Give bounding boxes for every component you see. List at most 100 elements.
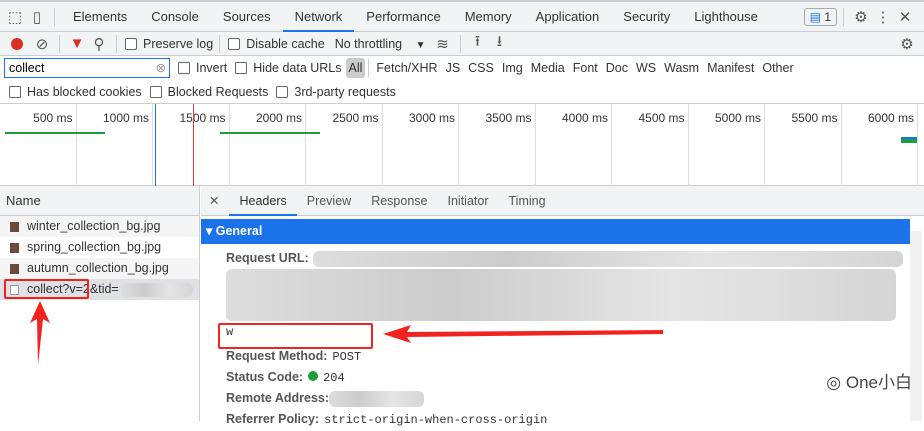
clear-filter-icon[interactable]: ⊗ xyxy=(156,60,166,75)
request-row[interactable]: autumn_collection_bg.jpg xyxy=(0,258,199,279)
tab-performance[interactable]: Performance xyxy=(354,2,452,32)
preserve-log-checkbox[interactable] xyxy=(125,37,137,50)
gear-icon[interactable]: ⚙ xyxy=(850,8,872,26)
type-filter-media[interactable]: Media xyxy=(527,61,569,75)
hide-data-urls-checkbox[interactable] xyxy=(235,62,248,74)
tab-network[interactable]: Network xyxy=(282,2,355,32)
devtools-tab-bar: ⬚ ▯ Elements Console Sources Network Per… xyxy=(0,0,924,32)
highlight-box xyxy=(218,323,373,349)
red-arrow-left xyxy=(383,325,663,343)
type-filter-js[interactable]: JS xyxy=(442,61,465,75)
tab-elements[interactable]: Elements xyxy=(61,2,139,32)
blocked-requests-checkbox[interactable] xyxy=(149,86,162,98)
throttling-select[interactable]: No throttling ▼ xyxy=(335,37,426,51)
tab-console[interactable]: Console xyxy=(139,2,211,32)
triangle-down-icon: ▾ xyxy=(206,224,216,238)
section-title: General xyxy=(215,224,263,238)
invert-checkbox[interactable] xyxy=(178,62,190,74)
type-filter-wasm[interactable]: Wasm xyxy=(660,61,703,75)
tab-sources[interactable]: Sources xyxy=(211,2,283,32)
request-row[interactable]: spring_collection_bg.jpg xyxy=(0,237,199,258)
close-details-icon[interactable]: ✕ xyxy=(201,186,229,216)
timeline-tick: 5000 ms xyxy=(689,104,765,186)
search-icon[interactable]: ⚲ xyxy=(88,35,110,53)
upload-icon[interactable]: ⭱ xyxy=(467,31,489,56)
request-method-value: POST xyxy=(332,350,362,364)
timeline-tick: 6000 ms xyxy=(842,104,918,186)
status-code-label: Status Code: xyxy=(226,370,304,384)
timeline-tick: 500 ms xyxy=(0,104,77,186)
timeline-tick: 5500 ms xyxy=(765,104,842,186)
redacted-url xyxy=(312,250,903,267)
record-button[interactable] xyxy=(11,37,23,50)
wechat-icon: ◎ xyxy=(826,373,846,392)
type-filter-img[interactable]: Img xyxy=(498,61,527,75)
tab-lighthouse[interactable]: Lighthouse xyxy=(682,2,770,32)
tab-memory[interactable]: Memory xyxy=(453,2,524,32)
device-toolbar-icon[interactable]: ▯ xyxy=(26,8,48,26)
download-icon[interactable]: ⭳ xyxy=(489,31,511,56)
request-row[interactable]: winter_collection_bg.jpg xyxy=(0,216,199,237)
disable-cache-label: Disable cache xyxy=(246,36,325,51)
timeline-tick: 3000 ms xyxy=(383,104,459,186)
clear-icon[interactable]: ⊘ xyxy=(31,35,53,53)
timeline-tick: 2500 ms xyxy=(306,104,383,186)
network-settings-gear-icon[interactable]: ⚙ xyxy=(896,35,918,53)
remote-address-label: Remote Address: xyxy=(226,391,330,405)
divider xyxy=(843,7,844,26)
tab-response[interactable]: Response xyxy=(361,186,437,216)
watermark-text: One小白 xyxy=(845,373,912,392)
referrer-policy-label: Referrer Policy: xyxy=(226,412,320,426)
redacted-url xyxy=(226,269,896,321)
issues-count: 1 xyxy=(824,9,831,24)
general-section-header[interactable]: ▾ General xyxy=(201,219,910,244)
type-filter-fetch-xhr[interactable]: Fetch/XHR xyxy=(372,61,441,75)
name-column-header[interactable]: Name xyxy=(0,186,199,216)
type-filter-ws[interactable]: WS xyxy=(632,61,660,75)
disable-cache-checkbox[interactable] xyxy=(228,37,241,50)
chevron-down-icon: ▼ xyxy=(415,39,426,51)
watermark: ◎ One小白 xyxy=(826,368,912,393)
status-code-value: 204 xyxy=(323,371,345,385)
timeline-tick: 3500 ms xyxy=(459,104,536,186)
issues-badge[interactable]: ▤ 1 xyxy=(803,7,837,26)
highlight-box xyxy=(4,279,89,299)
type-filter-font[interactable]: Font xyxy=(569,61,602,75)
timeline-overview[interactable]: 500 ms 1000 ms 1500 ms 2000 ms 2500 ms 3000 m… xyxy=(0,104,924,186)
close-icon[interactable]: ✕ xyxy=(894,8,916,26)
image-icon xyxy=(10,242,19,253)
type-filter-other[interactable]: Other xyxy=(758,61,797,75)
type-filter-all[interactable]: All xyxy=(345,58,366,78)
tab-timing[interactable]: Timing xyxy=(499,186,556,216)
timeline-tick: 1000 ms xyxy=(77,104,153,186)
timeline-tick: 2000 ms xyxy=(230,104,306,186)
redacted-text xyxy=(120,282,193,297)
has-blocked-cookies-checkbox[interactable] xyxy=(9,86,21,98)
tab-security[interactable]: Security xyxy=(611,2,682,32)
timeline-bar xyxy=(5,132,105,134)
request-list: Name winter_collection_bg.jpg spring_col… xyxy=(0,186,200,421)
third-party-checkbox[interactable] xyxy=(276,86,289,98)
tab-preview[interactable]: Preview xyxy=(297,186,361,216)
preserve-log-label: Preserve log xyxy=(143,36,214,51)
inspect-element-icon[interactable]: ⬚ xyxy=(4,8,26,26)
blocked-requests-label: Blocked Requests xyxy=(167,85,269,99)
type-filter-doc[interactable]: Doc xyxy=(602,61,632,75)
timeline-tick: 4500 ms xyxy=(612,104,689,186)
hide-data-urls-label: Hide data URLs xyxy=(253,61,342,75)
filter-icon[interactable]: ▼ xyxy=(66,35,88,52)
more-icon[interactable]: ⋮ xyxy=(872,8,894,26)
divider xyxy=(219,34,221,53)
tab-initiator[interactable]: Initiator xyxy=(438,186,499,216)
request-name: winter_collection_bg.jpg xyxy=(27,219,161,233)
type-filter-css[interactable]: CSS xyxy=(464,61,498,75)
type-filter-manifest[interactable]: Manifest xyxy=(703,61,758,75)
tab-application[interactable]: Application xyxy=(524,2,612,32)
divider xyxy=(459,34,461,53)
network-conditions-icon[interactable]: ≋ xyxy=(432,35,454,53)
filter-input[interactable] xyxy=(4,58,170,78)
load-line xyxy=(193,104,194,186)
tab-headers[interactable]: Headers xyxy=(229,186,297,216)
request-url-label: Request URL: xyxy=(226,251,309,265)
redacted-address xyxy=(329,390,425,407)
